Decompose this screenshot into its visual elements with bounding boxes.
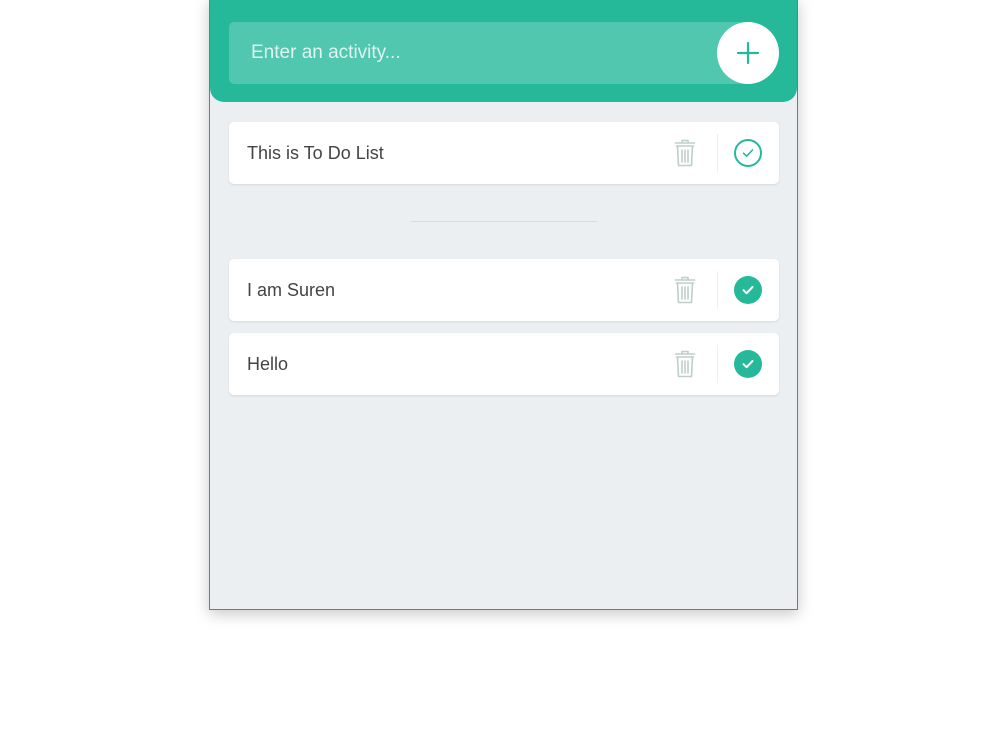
todo-item: This is To Do List (229, 122, 779, 184)
plus-icon (736, 41, 760, 65)
section-divider (411, 221, 597, 222)
action-divider (717, 345, 718, 383)
remove-button[interactable] (665, 133, 705, 173)
check-circle-filled-icon (733, 275, 763, 305)
add-activity-bar (229, 22, 779, 84)
action-divider (717, 271, 718, 309)
remove-button[interactable] (665, 344, 705, 384)
todo-text: I am Suren (247, 280, 336, 300)
header (210, 0, 797, 102)
todo-text: Hello (247, 354, 289, 374)
completed-item: Hello (229, 333, 779, 395)
trash-icon (674, 276, 696, 304)
check-circle-filled-icon (733, 349, 763, 379)
todo-app: This is To Do List (209, 0, 798, 610)
completed-item: I am Suren (229, 259, 779, 321)
todo-text: This is To Do List (247, 143, 384, 163)
check-circle-outline-icon (733, 138, 763, 168)
activity-input[interactable] (229, 22, 699, 84)
add-button[interactable] (717, 22, 779, 84)
trash-icon (674, 350, 696, 378)
complete-button[interactable] (728, 270, 768, 310)
complete-button[interactable] (728, 344, 768, 384)
trash-icon (674, 139, 696, 167)
todo-list: This is To Do List (229, 122, 779, 196)
action-divider (717, 134, 718, 172)
complete-button[interactable] (728, 133, 768, 173)
completed-list: I am Suren Hello (229, 259, 779, 407)
remove-button[interactable] (665, 270, 705, 310)
